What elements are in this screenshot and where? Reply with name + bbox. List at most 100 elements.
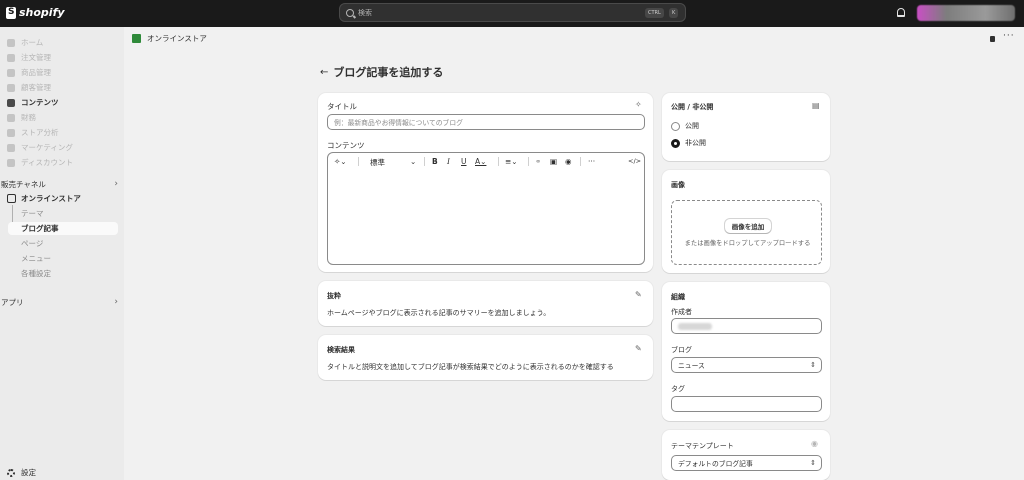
- content-label: コンテンツ: [327, 141, 365, 150]
- format-select[interactable]: 標準: [370, 157, 385, 168]
- sidebar-item-label: 注文管理: [21, 53, 51, 62]
- image-card: 画像 画像を追加 または画像をドロップしてアップロードする: [662, 170, 830, 273]
- sidebar-item-4[interactable]: 顧客管理: [7, 81, 51, 94]
- image-dropzone[interactable]: 画像を追加 または画像をドロップしてアップロードする: [671, 200, 822, 265]
- sidebar: [0, 27, 124, 480]
- add-image-button[interactable]: 画像を追加: [725, 219, 771, 233]
- image-icon[interactable]: ▣: [550, 157, 557, 166]
- link-icon[interactable]: ⚭: [535, 157, 541, 166]
- excerpt-text: ホームページやブログに表示される記事のサマリーを追加しましょう。: [327, 309, 551, 317]
- title-label: タイトル: [327, 102, 357, 111]
- home-icon: [7, 38, 15, 47]
- sidebar-item-settings[interactable]: 設定: [7, 467, 36, 478]
- sidebar-item-2[interactable]: 注文管理: [7, 51, 51, 64]
- template-heading: テーマテンプレート: [671, 442, 734, 450]
- sidebar-item-label: ディスカウント: [21, 158, 73, 167]
- seo-text: タイトルと説明文を追加してブログ記事が検索結果でどのように表示されるのかを確認す…: [327, 363, 614, 371]
- sidebar-item-preferences[interactable]: 各種設定: [21, 267, 51, 280]
- visibility-heading: 公開 / 非公開: [671, 103, 714, 111]
- sidebar-item-menus[interactable]: メニュー: [21, 252, 51, 265]
- sidebar-item-label: ストア分析: [21, 128, 59, 137]
- author-label: 作成者: [671, 308, 692, 316]
- tags-label: タグ: [671, 385, 685, 393]
- breadcrumb[interactable]: オンラインストア: [132, 33, 207, 44]
- toolbar-divider: [358, 157, 359, 166]
- apps-header[interactable]: アプリ ›: [0, 296, 118, 308]
- align-icon[interactable]: ≡⌄: [505, 157, 518, 166]
- search-icon: [346, 8, 354, 17]
- sidebar-item-9[interactable]: ディスカウント: [7, 156, 73, 169]
- bell-icon[interactable]: [897, 8, 905, 17]
- bold-icon[interactable]: B: [432, 157, 438, 166]
- shortcut-k-key: K: [669, 8, 679, 18]
- sidebar-item-pages[interactable]: ページ: [21, 237, 43, 250]
- calendar-icon[interactable]: ▤: [812, 101, 820, 110]
- edit-pencil-icon[interactable]: ✎: [635, 290, 643, 299]
- blog-select[interactable]: ニュース ⇕: [671, 357, 822, 373]
- sidebar-item-label: 顧客管理: [21, 83, 51, 92]
- text-color-icon[interactable]: A⌄: [475, 157, 486, 166]
- sidebar-item-5[interactable]: コンテンツ: [7, 96, 59, 109]
- visible-label: 公開: [685, 122, 699, 130]
- image-heading: 画像: [671, 181, 685, 189]
- seo-heading: 検索結果: [327, 346, 355, 354]
- tags-input[interactable]: [671, 396, 822, 412]
- sidebar-item-online-store[interactable]: オンラインストア: [7, 193, 81, 204]
- chevron-right-icon: ›: [114, 297, 118, 307]
- sidebar-item-blog-posts[interactable]: ブログ記事: [8, 222, 118, 235]
- title-content-card: タイトル ✧ 例：最新商品やお得情報についてのブログ コンテンツ ✧⌄ 標準 ⌄…: [318, 93, 653, 272]
- hidden-radio[interactable]: 非公開: [671, 138, 706, 148]
- sidebar-item-3[interactable]: 商品管理: [7, 66, 51, 79]
- back-arrow-icon[interactable]: ←: [320, 67, 328, 78]
- title-input[interactable]: 例：最新商品やお得情報についてのブログ: [327, 114, 645, 130]
- sidebar-item-6[interactable]: 財務: [7, 111, 36, 124]
- italic-icon[interactable]: I: [447, 157, 450, 166]
- top-bar: shopify 検索 CTRL K: [0, 0, 1024, 27]
- store-icon: [7, 194, 16, 203]
- author-select[interactable]: [671, 318, 822, 334]
- eye-icon[interactable]: ◉: [811, 439, 818, 448]
- sidebar-item-8[interactable]: マーケティング: [7, 141, 73, 154]
- ai-sparkle-icon[interactable]: ✧⌄: [334, 157, 347, 166]
- sparkle-icon[interactable]: ✧: [635, 100, 642, 109]
- discount-icon: [7, 158, 15, 167]
- video-icon[interactable]: ◉: [565, 157, 572, 166]
- seo-card: 検索結果 ✎ タイトルと説明文を追加してブログ記事が検索結果でどのように表示され…: [318, 335, 653, 380]
- code-icon[interactable]: </>: [628, 157, 641, 165]
- bank-icon: [7, 113, 15, 122]
- visibility-card: 公開 / 非公開 ▤ 公開 非公開: [662, 93, 830, 161]
- visible-radio[interactable]: 公開: [671, 121, 699, 131]
- toolbar-divider: [528, 157, 529, 166]
- dropzone-hint: または画像をドロップしてアップロードする: [684, 240, 811, 247]
- chevron-down-icon[interactable]: ⌄: [410, 157, 416, 166]
- more-actions-icon[interactable]: ···: [1003, 31, 1015, 41]
- account-menu[interactable]: [917, 5, 1015, 21]
- pin-icon[interactable]: [990, 36, 995, 42]
- sidebar-item-label: マーケティング: [21, 143, 73, 152]
- sidebar-item-themes[interactable]: テーマ: [21, 207, 44, 220]
- target-icon: [7, 143, 15, 152]
- more-icon[interactable]: ···: [588, 157, 595, 166]
- online-store-label: オンラインストア: [21, 194, 81, 203]
- sidebar-item-1[interactable]: ホーム: [7, 36, 43, 49]
- shopping-bag-icon: [6, 6, 16, 19]
- excerpt-card: 抜粋 ✎ ホームページやブログに表示される記事のサマリーを追加しましょう。: [318, 281, 653, 326]
- blog-label: ブログ: [671, 346, 692, 354]
- sidebar-item-7[interactable]: ストア分析: [7, 126, 59, 139]
- editor-toolbar: ✧⌄ 標準 ⌄ B I U A⌄ ≡⌄ ⚭ ▣ ◉ ··· </>: [328, 153, 644, 170]
- toolbar-divider: [424, 157, 425, 166]
- sidebar-item-label: 財務: [21, 113, 36, 122]
- content-editor[interactable]: ✧⌄ 標準 ⌄ B I U A⌄ ≡⌄ ⚭ ▣ ◉ ··· </>: [327, 152, 645, 265]
- person-icon: [7, 83, 15, 92]
- logo-text: shopify: [19, 6, 65, 19]
- author-value-redacted: [678, 322, 712, 330]
- template-select[interactable]: デフォルトのブログ記事 ⇕: [671, 455, 822, 471]
- underline-icon[interactable]: U: [461, 157, 467, 166]
- edit-pencil-icon[interactable]: ✎: [635, 344, 643, 353]
- shopify-logo[interactable]: shopify: [6, 6, 65, 19]
- organization-card: 組織 作成者 ブログ ニュース ⇕ タグ: [662, 282, 830, 421]
- search-placeholder: 検索: [358, 8, 372, 17]
- search-input[interactable]: 検索 CTRL K: [339, 3, 686, 22]
- tag-icon: [7, 68, 15, 77]
- sales-channels-header[interactable]: 販売チャネル ›: [0, 178, 118, 190]
